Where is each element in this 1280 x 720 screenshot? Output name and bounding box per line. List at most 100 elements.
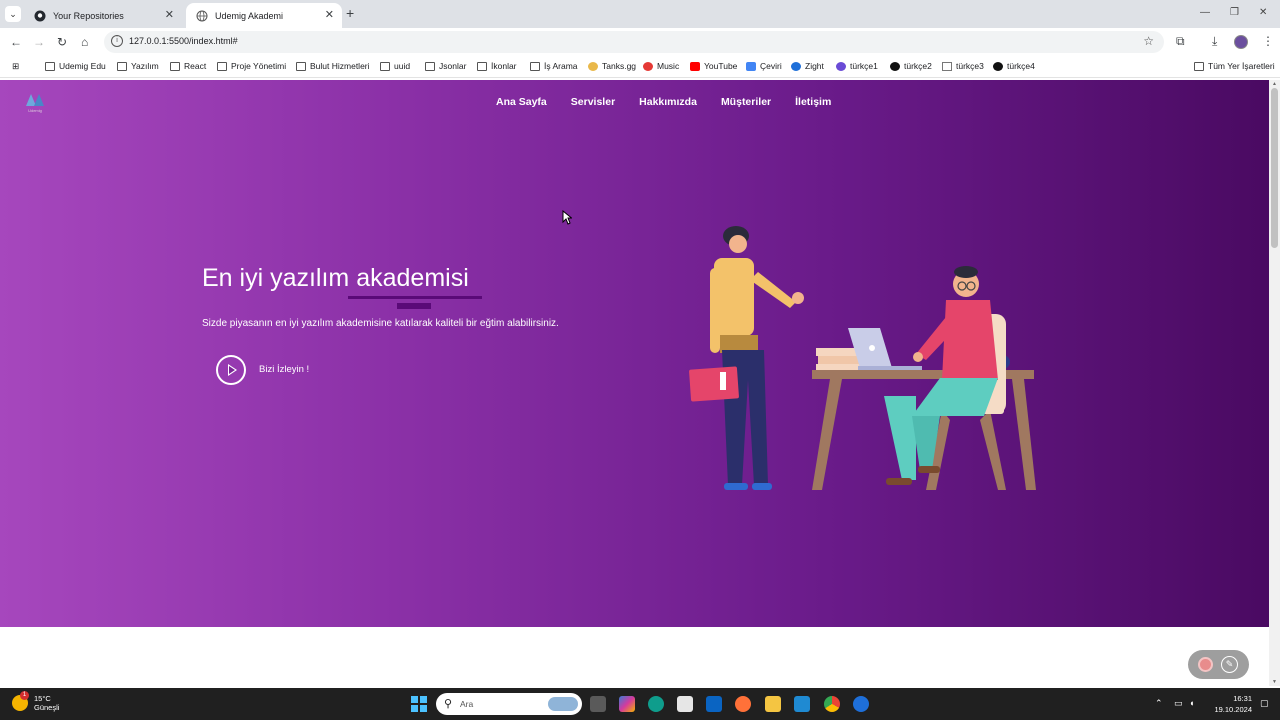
- apps-icon[interactable]: ⊞: [12, 61, 19, 72]
- search-placeholder: Ara: [460, 699, 474, 709]
- tab-your-repositories[interactable]: Your Repositories ✕: [24, 3, 182, 28]
- scrollbar-thumb[interactable]: [1271, 88, 1278, 248]
- back-icon[interactable]: ←: [10, 35, 22, 49]
- windows-start-icon[interactable]: [411, 696, 427, 712]
- folder-icon: [530, 61, 540, 71]
- play-icon-inner: [229, 366, 235, 374]
- restore-icon[interactable]: ❐: [1230, 7, 1239, 18]
- bookmark-bulut-hizmetleri[interactable]: Bulut Hizmetleri: [296, 61, 370, 71]
- close-window-icon[interactable]: ✕: [1259, 7, 1267, 18]
- bookmark-label: Yazılım: [131, 61, 159, 71]
- bookmark-proje-yonetimi[interactable]: Proje Yönetimi: [217, 61, 286, 71]
- bookmark-label: Jsonlar: [439, 61, 467, 71]
- scroll-up-icon[interactable]: ▲: [1272, 81, 1277, 87]
- bookmark-ceviri[interactable]: Çeviri: [746, 61, 782, 71]
- tab-search-button[interactable]: ⌄: [5, 6, 21, 22]
- bookmark-music[interactable]: Music: [643, 61, 679, 71]
- tab-strip: ⌄ Your Repositories ✕ Udemig Akademi ✕ +…: [0, 0, 1280, 28]
- home-icon[interactable]: ⌂: [81, 35, 88, 49]
- sun-icon: 1: [12, 691, 29, 711]
- nav-ana-sayfa[interactable]: Ana Sayfa: [496, 96, 547, 108]
- bookmark-label: Tanks.gg: [602, 61, 637, 71]
- watch-us-link[interactable]: Bizi İzleyin !: [259, 364, 309, 375]
- bookmark-label: türkçe3: [956, 61, 984, 71]
- bookmark-turkce3[interactable]: türkçe3: [942, 61, 984, 71]
- vscode-icon[interactable]: [794, 696, 810, 712]
- bookmark-label: türkçe1: [850, 61, 878, 71]
- close-tab-icon[interactable]: ✕: [165, 8, 174, 21]
- bookmark-label: Çeviri: [760, 61, 782, 71]
- site-info-icon[interactable]: i: [111, 35, 123, 47]
- zight-icon: [791, 61, 801, 71]
- bookmark-zight[interactable]: Zight: [791, 61, 824, 71]
- weather-widget[interactable]: 1 15°C Güneşli: [12, 691, 59, 712]
- forward-icon[interactable]: →: [33, 35, 45, 49]
- task-view-icon[interactable]: [590, 696, 606, 712]
- bookmark-label: uuid: [394, 61, 411, 71]
- doc-icon: [942, 61, 952, 71]
- bookmark-turkce4[interactable]: türkçe4: [993, 61, 1035, 71]
- play-button[interactable]: [216, 355, 246, 385]
- volume-icon[interactable]: ◖: [1189, 698, 1194, 708]
- bookmark-tanks[interactable]: Tanks.gg: [588, 61, 636, 71]
- recorder-control: ✎: [1188, 650, 1249, 679]
- bookmark-label: Udemig Edu: [59, 61, 106, 71]
- close-tab-icon[interactable]: ✕: [325, 8, 334, 21]
- nav-musteriler[interactable]: Müşteriler: [721, 96, 771, 108]
- folder-icon: [1194, 61, 1204, 71]
- page-scrollbar[interactable]: ▲ ▼: [1269, 80, 1280, 686]
- site-logo[interactable]: Udemig: [24, 92, 46, 116]
- edge-icon[interactable]: [648, 696, 664, 712]
- bookmark-uuid[interactable]: uuid: [380, 61, 410, 71]
- scroll-down-icon[interactable]: ▼: [1272, 679, 1277, 685]
- avatar[interactable]: [1234, 35, 1248, 49]
- new-tab-button[interactable]: +: [346, 5, 354, 21]
- menu-icon[interactable]: ⋮: [1262, 34, 1274, 48]
- bookmark-star-icon[interactable]: ☆: [1143, 34, 1154, 48]
- bookmark-react[interactable]: React: [170, 61, 206, 71]
- bookmark-is-arama[interactable]: İş Arama: [530, 61, 578, 71]
- record-button[interactable]: [1198, 657, 1213, 672]
- taskbar-search[interactable]: ⚲ Ara: [436, 693, 582, 715]
- bookmark-jsonlar[interactable]: Jsonlar: [425, 61, 466, 71]
- chatgpt-icon: [993, 61, 1003, 71]
- bookmark-ikonlar[interactable]: İkonlar: [477, 61, 517, 71]
- bookmarks-bar: ⊞ Udemig Edu Yazılım React Proje Yönetim…: [0, 56, 1280, 78]
- all-bookmarks[interactable]: Tüm Yer İşaretleri: [1194, 61, 1275, 71]
- file-explorer-icon[interactable]: [765, 696, 781, 712]
- minimize-icon[interactable]: —: [1200, 7, 1210, 18]
- tab-udemig-akademi[interactable]: Udemig Akademi ✕: [186, 3, 342, 28]
- download-icon[interactable]: ⤓: [1212, 34, 1217, 49]
- firefox-icon[interactable]: [735, 696, 751, 712]
- bookmark-udemig-edu[interactable]: Udemig Edu: [45, 61, 106, 71]
- system-clock[interactable]: 16:31 19.10.2024: [1212, 693, 1252, 715]
- tray-chevron-icon[interactable]: ⌃: [1155, 698, 1163, 709]
- outlook-icon[interactable]: [706, 696, 722, 712]
- web-page: Udemig Ana Sayfa Servisler Hakkımızda Mü…: [0, 80, 1269, 686]
- address-bar[interactable]: i 127.0.0.1:5500/index.html# ☆: [104, 31, 1164, 53]
- search-icon: ⚲: [444, 698, 453, 710]
- nav-servisler[interactable]: Servisler: [571, 96, 615, 108]
- chrome-icon[interactable]: [824, 696, 840, 712]
- chatbot-icon: [836, 61, 846, 71]
- hero-title: En iyi yazılım akademisi: [202, 264, 469, 292]
- url-text[interactable]: 127.0.0.1:5500/index.html#: [129, 36, 238, 46]
- nav-hakkimizda[interactable]: Hakkımızda: [639, 96, 697, 108]
- nav-iletisim[interactable]: İletişim: [795, 96, 831, 108]
- store-icon[interactable]: [677, 696, 693, 712]
- network-icon[interactable]: ▭: [1174, 698, 1183, 709]
- bookmark-youtube[interactable]: YouTube: [690, 61, 737, 71]
- notification-icon[interactable]: ▢: [1260, 698, 1269, 709]
- pen-icon[interactable]: ✎: [1221, 656, 1238, 673]
- bookmark-yazilim[interactable]: Yazılım: [117, 61, 159, 71]
- title-underline-accent: [397, 303, 431, 309]
- bookmark-turkce1[interactable]: türkçe1: [836, 61, 878, 71]
- copilot-icon[interactable]: [619, 696, 635, 712]
- zight-app-icon[interactable]: [853, 696, 869, 712]
- bookmark-turkce2[interactable]: türkçe2: [890, 61, 932, 71]
- bookmark-label: İş Arama: [544, 61, 578, 71]
- logo-icon: [26, 94, 44, 106]
- reload-icon[interactable]: ↻: [57, 35, 67, 49]
- extensions-icon[interactable]: ⧉: [1176, 34, 1185, 49]
- notification-badge: 1: [20, 691, 29, 700]
